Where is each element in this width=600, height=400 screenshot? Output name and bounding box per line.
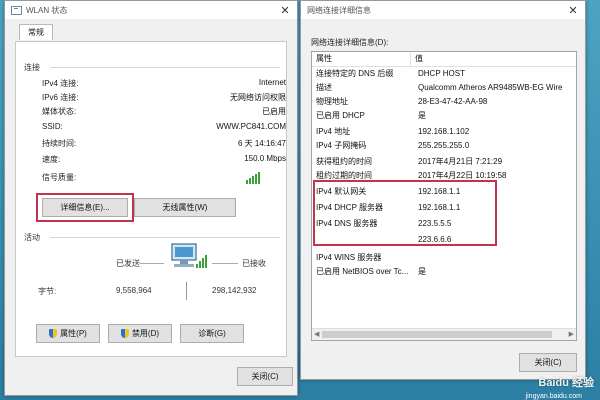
wireless-properties-button[interactable]: 无线属性(W) [134,198,236,217]
network-activity-icon [171,243,207,268]
sent-label: 已发送 [116,259,140,268]
info-row: SSID: WWW.PC841.COM [42,122,286,131]
table-row[interactable]: IPv4 WINS 服务器 [312,252,576,264]
table-row[interactable]: 描述 Qualcomm Atheros AR9485WB-EG Wire [312,82,576,94]
highlight-box [36,193,134,222]
tab-bar: 常规 [5,19,297,41]
table-row[interactable]: IPv4 地址 192.168.1.102 [312,126,576,138]
close-icon[interactable]: ✕ [273,4,297,17]
table-row[interactable]: 连接特定的 DNS 后缀 DHCP HOST [312,68,576,80]
watermark-url: jingyan.baidu.com [525,393,582,400]
scroll-left-icon[interactable]: ◀ [314,330,319,338]
bytes-label: 字节: [38,287,57,296]
column-header-value[interactable]: 值 [411,52,423,66]
details-table[interactable]: 属性 值 连接特定的 DNS 后缀 DHCP HOST 描述 Qualcomm At… [311,51,577,341]
shield-icon [49,329,58,338]
diagnose-button[interactable]: 诊断(G) [180,324,244,343]
horizontal-scrollbar[interactable]: ◀ ▶ [312,328,576,340]
table-row[interactable]: 获得租约的时间 2017年4月21日 7:21:29 [312,156,576,168]
details-caption: 网络连接详细信息(D): [311,38,389,47]
scroll-right-icon[interactable]: ▶ [569,330,574,338]
wlan-titlebar[interactable]: WLAN 状态 ✕ [5,1,297,19]
info-row: IPv6 连接: 无网络访问权限 [42,93,286,102]
wlan-status-window: WLAN 状态 ✕ 常规 连接 IPv4 连接: Internet IPv6 连接… [4,0,298,396]
table-row[interactable]: 已启用 DHCP 是 [312,110,576,122]
connection-section-title: 连接 [24,63,40,72]
scrollbar-thumb[interactable] [322,331,552,338]
info-row: 速度: 150.0 Mbps [42,154,286,164]
sent-line [140,263,164,264]
divider [50,237,280,238]
activity-section-title: 活动 [24,233,40,242]
watermark-brand: Baidu 经验 [538,377,594,389]
close-button[interactable]: 关闭(C) [237,367,293,386]
received-label: 已接收 [242,259,266,268]
details-titlebar[interactable]: 网络连接详细信息 ✕ [301,1,585,19]
info-row: IPv4 连接: Internet [42,78,286,88]
tab-general[interactable]: 常规 [19,24,53,40]
close-icon[interactable]: ✕ [561,4,585,17]
table-row[interactable]: 已启用 NetBIOS over Tc... 是 [312,266,576,278]
general-panel: 连接 IPv4 连接: Internet IPv6 连接: 无网络访问权限 媒体状态… [15,41,287,357]
details-close-button[interactable]: 关闭(C) [519,353,577,372]
info-row: 持续时间: 6 天 14:16:47 [42,139,286,148]
shield-icon [120,329,129,338]
details-title: 网络连接详细信息 [307,5,371,15]
network-icon [11,5,22,15]
network-details-window: 网络连接详细信息 ✕ 网络连接详细信息(D): 属性 值 连接特定的 DNS 后… [300,0,586,380]
divider [50,67,280,68]
wlan-title: WLAN 状态 [26,5,68,15]
received-line [212,263,238,264]
disable-button[interactable]: 禁用(D) [108,324,172,343]
table-row[interactable]: 物理地址 28-E3-47-42-AA-98 [312,96,576,108]
table-row[interactable]: IPv4 子网掩码 255.255.255.0 [312,140,576,152]
column-header-property[interactable]: 属性 [312,52,411,66]
bytes-sent: 9,558,964 [116,286,152,295]
bytes-divider [186,282,187,300]
table-header: 属性 值 [312,52,576,67]
info-row: 媒体状态: 已启用 [42,107,286,116]
bytes-received: 298,142,932 [212,286,257,295]
properties-button[interactable]: 属性(P) [36,324,100,343]
highlight-box [313,180,497,246]
signal-strength-icon [246,170,264,184]
